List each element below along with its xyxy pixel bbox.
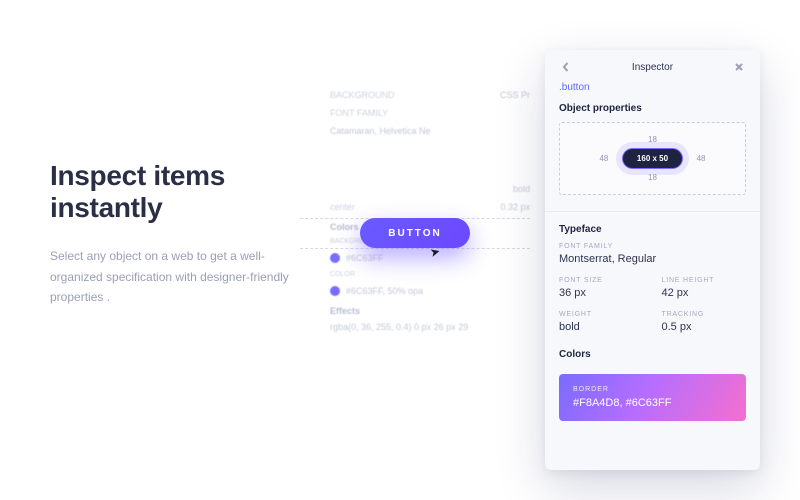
button-label: BUTTON: [388, 228, 441, 239]
border-label: BORDER: [573, 386, 732, 393]
font-family-label: FONT FAMILY: [559, 243, 746, 250]
headline-line-1: Inspect items: [50, 160, 310, 192]
weight-label: WEIGHT: [559, 311, 644, 318]
headline-line-2: instantly: [50, 192, 310, 224]
object-properties-heading: Object properties: [545, 101, 760, 122]
tracking-label: TRACKING: [662, 311, 747, 318]
font-size-label: FONT SIZE: [559, 277, 644, 284]
guide-line: [300, 248, 530, 249]
inspector-title: Inspector: [573, 62, 732, 73]
padding-bottom-value: 18: [648, 173, 657, 182]
line-height-label: LINE HEIGHT: [662, 277, 747, 284]
colors-heading: Colors: [559, 347, 746, 368]
inspector-panel: Inspector .button Object properties 18 4…: [545, 50, 760, 470]
font-size-value: 36 px: [559, 287, 644, 299]
padding-left-value: 48: [596, 154, 612, 163]
design-canvas: BUTTON ➤: [300, 90, 530, 450]
css-selector[interactable]: .button: [545, 82, 760, 101]
padding-right-value: 48: [693, 154, 709, 163]
weight-value: bold: [559, 321, 644, 333]
line-height-value: 42 px: [662, 287, 747, 299]
close-button[interactable]: [732, 60, 746, 74]
sample-button[interactable]: BUTTON: [360, 218, 470, 248]
element-size-value: 160 x 50: [622, 148, 683, 169]
box-model-diagram: 18 48 160 x 50 48 18: [559, 122, 746, 195]
feature-headline: Inspect items instantly: [50, 160, 310, 224]
color-card[interactable]: BORDER #F8A4D8, #6C63FF: [559, 374, 746, 421]
font-family-value: Montserrat, Regular: [559, 253, 746, 265]
tracking-value: 0.5 px: [662, 321, 747, 333]
border-value: #F8A4D8, #6C63FF: [573, 397, 732, 409]
back-button[interactable]: [559, 60, 573, 74]
feature-description: Select any object on a web to get a well…: [50, 246, 310, 307]
typeface-heading: Typeface: [559, 222, 746, 243]
padding-top-value: 18: [648, 135, 657, 144]
